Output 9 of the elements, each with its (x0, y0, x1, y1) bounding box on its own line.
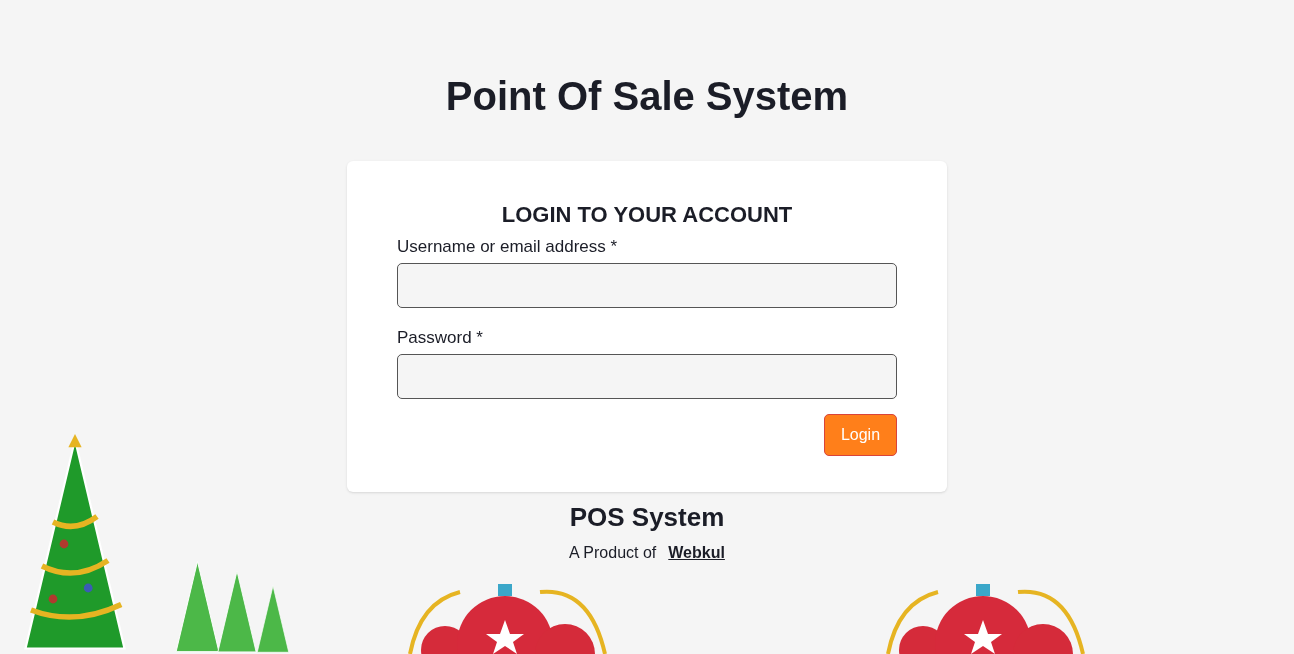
footer-title: POS System (569, 501, 725, 534)
input-field[interactable] (397, 354, 897, 399)
field-label: Password * (397, 327, 484, 349)
login-heading: LOGIN TO YOUR ACCOUNT (500, 201, 794, 229)
product-byline: A Product of (569, 543, 657, 563)
input-field[interactable] (397, 263, 897, 308)
webkul-link[interactable]: Webkul (668, 542, 725, 564)
page-title: Point Of Sale System (445, 73, 849, 120)
field-label: Username or email address * (397, 236, 619, 258)
